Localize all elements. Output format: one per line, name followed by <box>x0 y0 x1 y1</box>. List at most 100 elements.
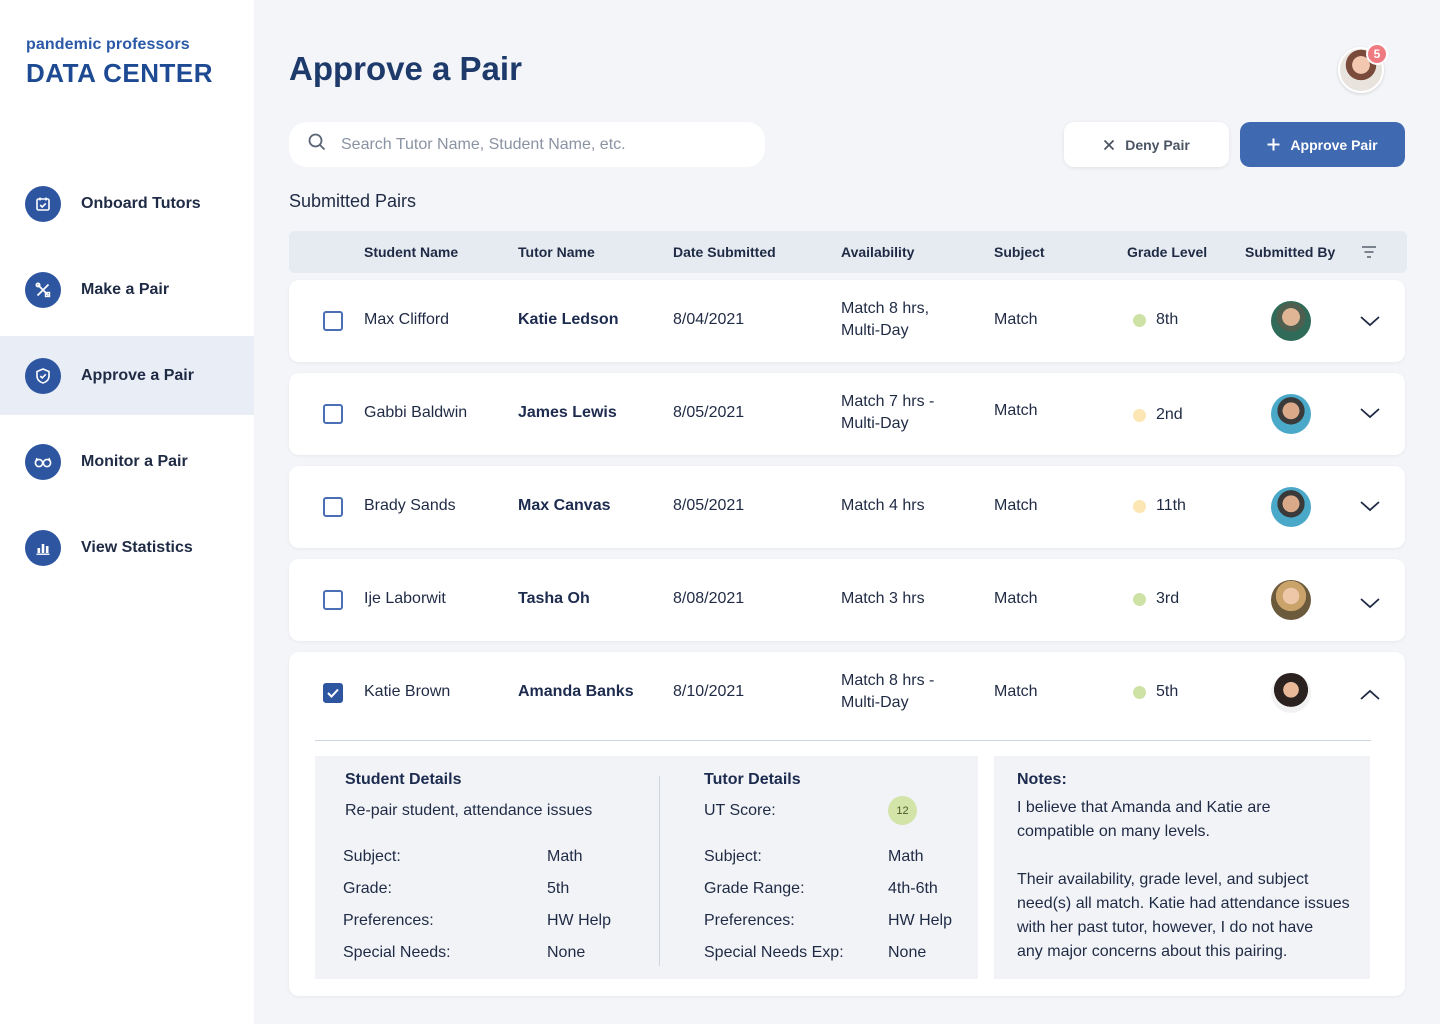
sidebar: pandemic professors DATA CENTER Onboard … <box>0 0 254 1024</box>
glasses-icon <box>25 443 61 480</box>
tutor-name: James Lewis <box>518 404 617 421</box>
student-details-heading: Student Details <box>345 771 462 788</box>
student-name: Ije Laborwit <box>364 590 446 607</box>
student-field-label: Grade: <box>343 880 392 897</box>
deny-pair-label: Deny Pair <box>1125 136 1190 153</box>
tutor-name: Amanda Banks <box>518 683 634 700</box>
sidebar-item-monitor-a-pair[interactable]: Monitor a Pair <box>0 422 254 501</box>
availability-line-2: Multi-Day <box>841 322 909 339</box>
table-row-expanded[interactable]: Katie Brown Amanda Banks 8/10/2021 Match… <box>289 652 1405 996</box>
tutor-field-label: Preferences: <box>704 912 795 929</box>
tutor-field-value: HW Help <box>888 912 953 929</box>
chevron-up-icon[interactable] <box>1359 688 1381 707</box>
calendar-check-icon <box>25 185 61 222</box>
table-row[interactable]: Ije Laborwit Tasha Oh 8/08/2021 Match 3 … <box>289 559 1405 641</box>
grade-level: 5th <box>1156 683 1179 700</box>
avatar <box>1271 580 1311 620</box>
table-header: Student Name Tutor Name Date Submitted A… <box>289 231 1407 273</box>
tutor-details-heading: Tutor Details <box>704 771 801 788</box>
approve-pair-button[interactable]: Approve Pair <box>1240 122 1405 167</box>
date-submitted: 8/10/2021 <box>673 683 745 700</box>
tutor-field-label: Grade Range: <box>704 880 805 897</box>
bar-chart-icon <box>25 529 61 566</box>
tutor-field-label: Subject: <box>704 848 762 865</box>
tutor-field-value: None <box>888 944 927 961</box>
notes-line: any major concerns about this pairing. <box>1017 943 1288 960</box>
column-header-availability[interactable]: Availability <box>841 244 914 260</box>
deny-pair-button[interactable]: Deny Pair <box>1064 122 1229 167</box>
chevron-down-icon[interactable] <box>1359 499 1381 518</box>
notes-line: with her past tutor, however, I do not h… <box>1017 919 1314 936</box>
column-header-student-name[interactable]: Student Name <box>364 244 458 260</box>
student-field-value: Math <box>547 848 583 865</box>
table-row[interactable]: Gabbi Baldwin James Lewis 8/05/2021 Matc… <box>289 373 1405 455</box>
availability-line-2: Multi-Day <box>841 415 909 432</box>
tutor-name: Max Canvas <box>518 497 611 514</box>
sidebar-item-onboard-tutors[interactable]: Onboard Tutors <box>0 164 254 243</box>
column-header-grade-level[interactable]: Grade Level <box>1127 244 1207 260</box>
grade-status-dot <box>1133 409 1146 422</box>
column-header-submitted-by[interactable]: Submitted By <box>1245 244 1335 260</box>
student-name: Brady Sands <box>364 497 456 514</box>
row-checkbox[interactable] <box>323 590 343 610</box>
user-avatar[interactable]: 5 <box>1338 43 1388 93</box>
avatar <box>1271 394 1311 434</box>
ut-score-badge: 12 <box>888 796 917 825</box>
row-checkbox[interactable] <box>323 404 343 424</box>
sidebar-item-label: Onboard Tutors <box>81 194 201 212</box>
student-field-label: Subject: <box>343 848 401 865</box>
section-title: Submitted Pairs <box>289 191 417 211</box>
grade-status-dot <box>1133 500 1146 513</box>
chevron-down-icon[interactable] <box>1359 314 1381 333</box>
student-field-label: Preferences: <box>343 912 434 929</box>
sidebar-item-label: Approve a Pair <box>81 366 194 384</box>
table-row[interactable]: Brady Sands Max Canvas 8/05/2021 Match 4… <box>289 466 1405 548</box>
table-row[interactable]: Max Clifford Katie Ledson 8/04/2021 Matc… <box>289 280 1405 362</box>
tools-icon <box>25 271 61 308</box>
avatar <box>1271 487 1311 527</box>
date-submitted: 8/05/2021 <box>673 404 745 421</box>
checkmark-icon <box>327 688 339 698</box>
avatar <box>1271 673 1311 713</box>
row-checkbox-checked[interactable] <box>323 683 343 703</box>
plus-icon <box>1267 138 1280 151</box>
student-name: Max Clifford <box>364 311 450 328</box>
search-bar <box>289 122 765 167</box>
row-checkbox[interactable] <box>323 311 343 331</box>
student-note: Re-pair student, attendance issues <box>345 802 593 819</box>
tutor-field-value: 4th-6th <box>888 880 938 897</box>
row-divider <box>315 740 1371 741</box>
row-checkbox[interactable] <box>323 497 343 517</box>
main-content: Approve a Pair 5 Deny Pair Approve Pair … <box>254 0 1440 1024</box>
filter-icon[interactable] <box>1361 245 1377 262</box>
date-submitted: 8/05/2021 <box>673 497 745 514</box>
details-panel: Student Details Re-pair student, attenda… <box>315 756 978 979</box>
student-field-label: Special Needs: <box>343 944 451 961</box>
chevron-down-icon[interactable] <box>1359 406 1381 425</box>
student-field-value: 5th <box>547 880 570 897</box>
date-submitted: 8/04/2021 <box>673 311 745 328</box>
availability-line-1: Match 8 hrs - <box>841 672 935 689</box>
chevron-down-icon[interactable] <box>1359 596 1381 615</box>
student-name: Katie Brown <box>364 683 451 700</box>
sidebar-item-label: Monitor a Pair <box>81 452 188 470</box>
sidebar-item-approve-a-pair[interactable]: Approve a Pair <box>0 336 254 415</box>
ut-score-label: UT Score: <box>704 802 776 819</box>
column-header-tutor-name[interactable]: Tutor Name <box>518 244 595 260</box>
availability-line-2: Multi-Day <box>841 694 909 711</box>
tutor-field-value: Math <box>888 848 924 865</box>
column-header-subject[interactable]: Subject <box>994 244 1045 260</box>
notes-heading: Notes: <box>1017 771 1067 788</box>
grade-level: 2nd <box>1156 406 1183 423</box>
student-name: Gabbi Baldwin <box>364 404 468 421</box>
student-field-value: None <box>547 944 586 961</box>
subject: Match <box>994 311 1038 328</box>
sidebar-item-make-a-pair[interactable]: Make a Pair <box>0 250 254 329</box>
grade-level: 3rd <box>1156 590 1180 607</box>
avatar <box>1271 301 1311 341</box>
sidebar-item-view-statistics[interactable]: View Statistics <box>0 508 254 587</box>
search-input[interactable] <box>341 135 741 154</box>
subject: Match <box>994 683 1038 700</box>
column-header-date-submitted[interactable]: Date Submitted <box>673 244 776 260</box>
close-icon <box>1103 139 1115 151</box>
